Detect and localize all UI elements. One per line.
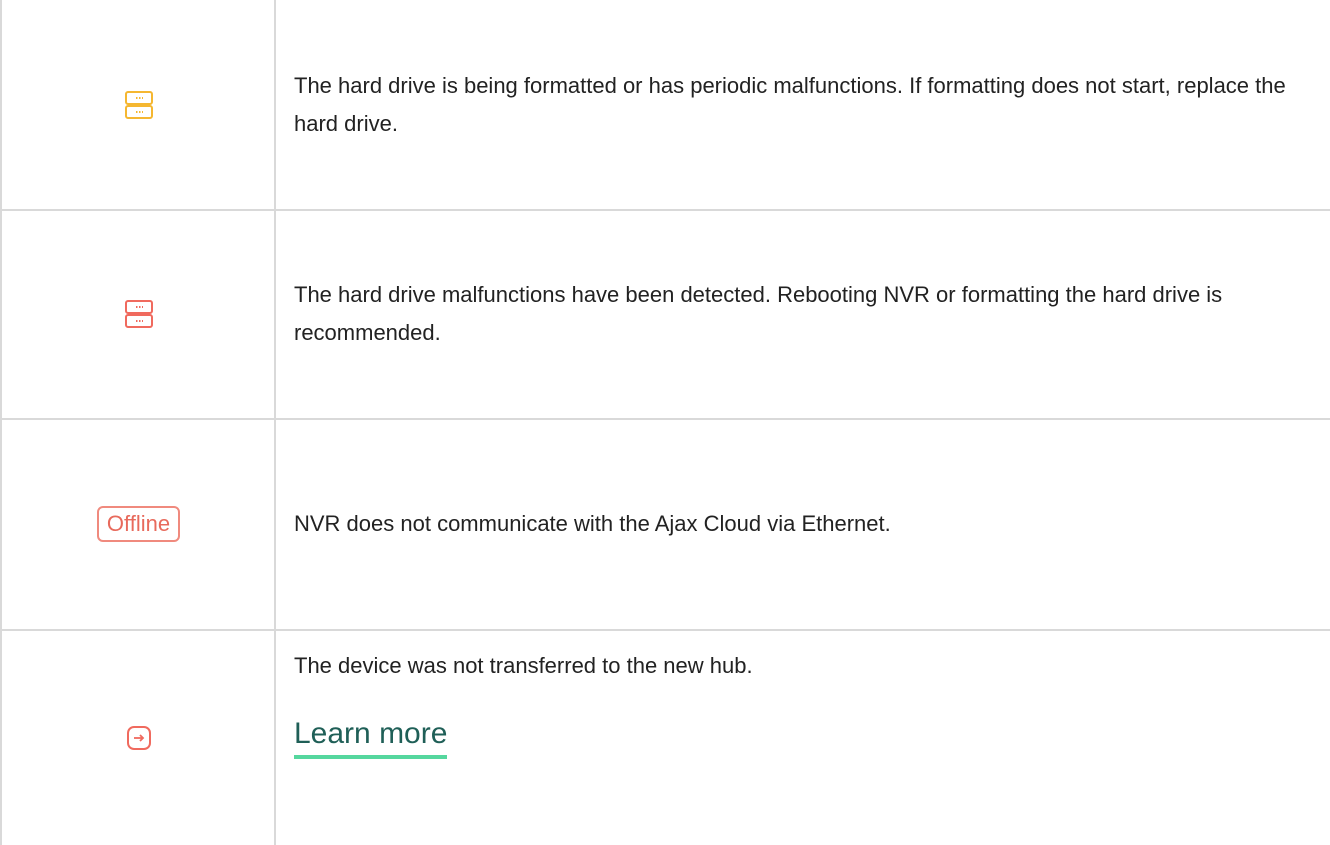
icon-cell [2,209,275,418]
offline-status-badge: Offline [96,506,181,542]
description-cell: NVR does not communicate with the Ajax C… [294,419,1312,629]
hard-drive-error-icon [124,299,154,329]
icon-cell [2,630,275,845]
description-cell: The hard drive is being formatted or has… [294,0,1312,209]
table-row: The hard drive malfunctions have been de… [2,209,1330,420]
row-description: The hard drive malfunctions have been de… [294,281,1223,345]
icon-cell [2,0,275,209]
status-table: The hard drive is being formatted or has… [0,0,1330,845]
row-description: NVR does not communicate with the Ajax C… [294,511,891,536]
table-row: The hard drive is being formatted or has… [2,0,1330,211]
hard-drive-warning-icon [124,90,154,120]
learn-more-link[interactable]: Learn more [294,715,448,759]
transfer-arrow-icon [126,725,152,751]
description-cell: The device was not transferred to the ne… [294,630,1312,845]
table-row: Offline NVR does not communicate with th… [2,419,1330,631]
table-row: The device was not transferred to the ne… [2,630,1330,845]
description-cell: The hard drive malfunctions have been de… [294,209,1312,418]
row-description: The device was not transferred to the ne… [294,653,753,678]
icon-cell: Offline [2,419,275,629]
row-description: The hard drive is being formatted or has… [294,72,1286,136]
